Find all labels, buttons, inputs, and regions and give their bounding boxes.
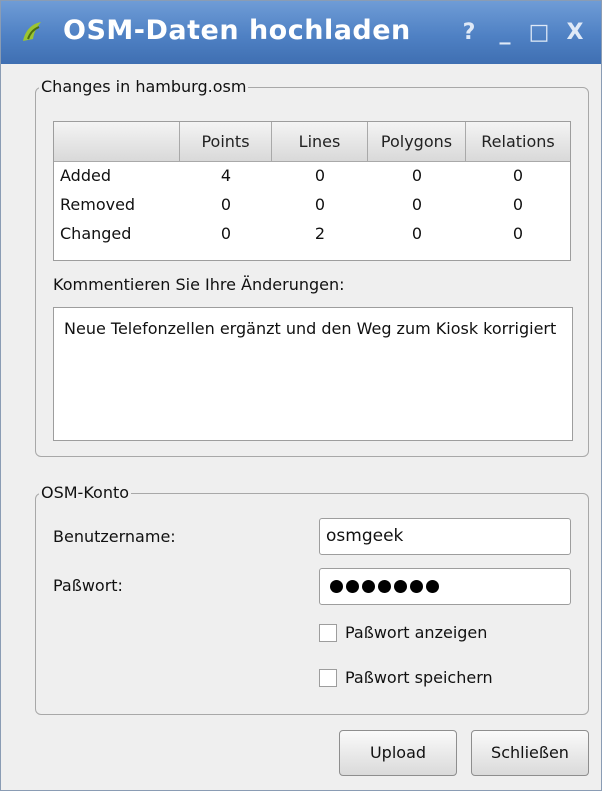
row-label-changed: Changed: [60, 224, 132, 243]
column-header-points[interactable]: Points: [180, 122, 272, 162]
username-label: Benutzername:: [53, 527, 176, 546]
upload-button[interactable]: Upload: [339, 730, 457, 776]
osm-upload-dialog: OSM-Daten hochladen ? _ □ X Changes in h…: [0, 0, 602, 791]
password-mask-dot: [378, 579, 391, 593]
password-mask-dot: [362, 579, 375, 593]
password-input[interactable]: [319, 568, 571, 605]
cell-removed-relations: 0: [512, 195, 524, 214]
password-mask-dot: [410, 579, 423, 593]
column-header-lines[interactable]: Lines: [272, 122, 368, 162]
cell-added-relations: 0: [512, 166, 524, 185]
row-label-added: Added: [60, 166, 111, 185]
minimize-button[interactable]: _: [491, 19, 519, 47]
account-group-title: OSM-Konto: [39, 483, 132, 502]
maximize-button[interactable]: □: [525, 19, 553, 47]
table-corner-header[interactable]: [54, 122, 180, 162]
help-button[interactable]: ?: [455, 19, 483, 47]
username-input[interactable]: osmgeek: [319, 518, 571, 555]
cell-removed-polygons: 0: [411, 195, 423, 214]
save-password-label[interactable]: Paßwort speichern: [345, 668, 493, 687]
cell-removed-points: 0: [220, 195, 232, 214]
row-label-removed: Removed: [60, 195, 136, 214]
cell-changed-polygons: 0: [411, 224, 423, 243]
column-header-polygons[interactable]: Polygons: [368, 122, 466, 162]
password-mask-dot: [346, 579, 359, 593]
cell-changed-points: 0: [220, 224, 232, 243]
cell-removed-lines: 0: [314, 195, 326, 214]
show-password-label[interactable]: Paßwort anzeigen: [345, 623, 487, 642]
password-mask-dot: [426, 579, 439, 593]
close-dialog-button[interactable]: Schließen: [471, 730, 589, 776]
cell-changed-lines: 2: [314, 224, 326, 243]
show-password-checkbox[interactable]: [319, 624, 337, 642]
cell-added-points: 4: [220, 166, 232, 185]
changes-group-title: Changes in hamburg.osm: [39, 77, 249, 96]
cell-added-polygons: 0: [411, 166, 423, 185]
comment-textarea[interactable]: Neue Telefonzellen ergänzt und den Weg z…: [53, 307, 573, 441]
cell-added-lines: 0: [314, 166, 326, 185]
save-password-checkbox[interactable]: [319, 669, 337, 687]
title-bar[interactable]: OSM-Daten hochladen ? _ □ X: [1, 1, 601, 64]
changes-table: Points Lines Polygons Relations Added 4 …: [53, 121, 571, 261]
password-mask-dot: [330, 579, 343, 593]
password-label: Paßwort:: [53, 576, 123, 595]
comment-label: Kommentieren Sie Ihre Änderungen:: [53, 275, 345, 294]
qgis-logo-icon: [23, 22, 41, 41]
column-header-relations[interactable]: Relations: [466, 122, 570, 162]
window-title: OSM-Daten hochladen: [63, 15, 411, 46]
close-button[interactable]: X: [561, 19, 589, 47]
password-mask-dot: [394, 579, 407, 593]
cell-changed-relations: 0: [512, 224, 524, 243]
